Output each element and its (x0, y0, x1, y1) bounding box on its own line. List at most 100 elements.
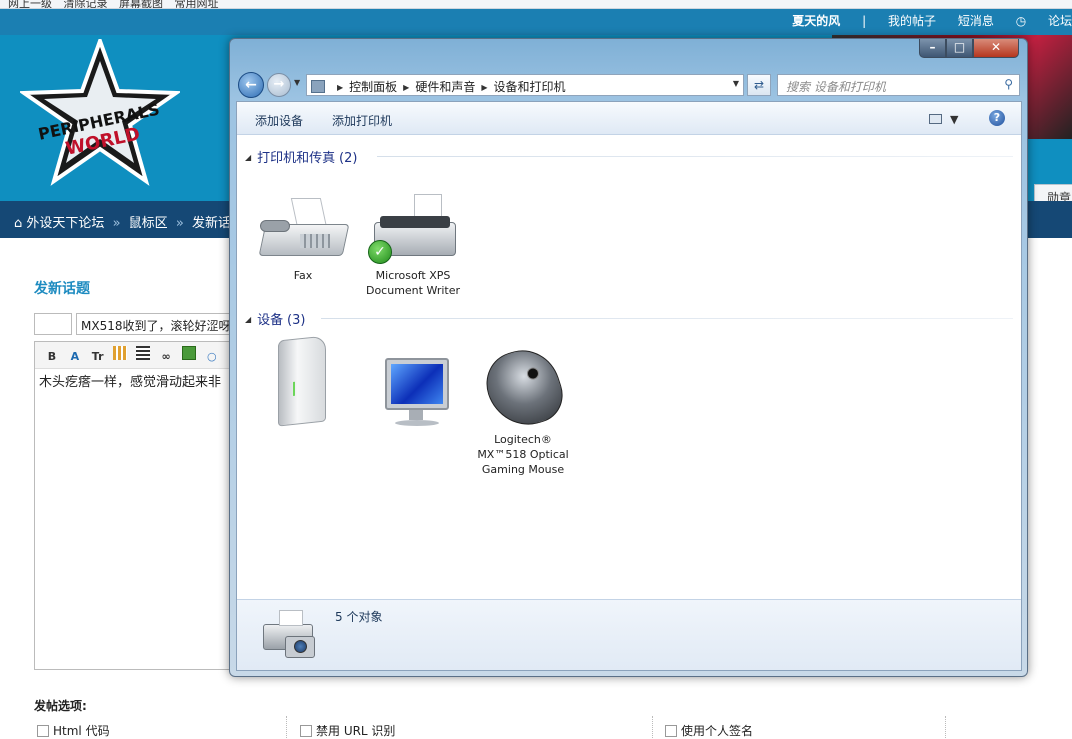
font-color-button[interactable]: A (68, 350, 82, 364)
breadcrumb-separator: » (175, 216, 184, 231)
group-title: 打印机和传真 (257, 151, 336, 166)
option-label: 使用个人签名 (681, 724, 754, 738)
bookmark-item[interactable]: 屏幕截图 (119, 0, 163, 8)
font-size-button[interactable]: Tr (91, 350, 105, 364)
content-pane: 添加设备 添加打印机 ▼ ? ◢ 打印机和传真 (2) Fax ✓ Micros… (236, 101, 1022, 671)
printer-icon: ✓ (366, 194, 460, 266)
computer-icon (268, 334, 338, 430)
fax-icon (256, 194, 350, 266)
label-line: MX™518 Optical (477, 448, 569, 461)
option-divider (652, 716, 653, 738)
group-divider (377, 156, 1013, 157)
toplinks-divider: | (862, 14, 867, 28)
option-html[interactable]: Html 代码 (37, 722, 110, 739)
bookmark-item[interactable]: 清除记录 (64, 0, 108, 8)
address-bar[interactable]: ▶ 控制面板 ▶ 硬件和声音 ▶ 设备和打印机 ▼ (306, 74, 744, 96)
bookmark-item[interactable]: 网上一级 (8, 0, 52, 8)
device-fax[interactable]: Fax (243, 194, 363, 283)
help-icon[interactable]: ? (989, 110, 1005, 126)
forum-link-label: 论坛 (1047, 14, 1072, 28)
checkbox[interactable] (37, 725, 49, 737)
topic-type-select[interactable] (34, 313, 72, 335)
option-divider (945, 716, 946, 738)
group-count: (2) (339, 151, 358, 166)
comment-icon[interactable]: ○ (205, 350, 219, 364)
option-divider (286, 716, 287, 738)
bold-button[interactable]: B (45, 350, 59, 364)
group-printers-header[interactable]: ◢ 打印机和传真 (2) (245, 147, 357, 166)
device-mouse[interactable]: Logitech® MX™518 Optical Gaming Mouse (463, 340, 583, 477)
username-link[interactable]: 夏天的风 (792, 14, 840, 28)
search-icon[interactable]: ⚲ (1004, 77, 1013, 91)
home-icon[interactable]: ⌂ (14, 216, 22, 231)
default-check-icon: ✓ (368, 240, 392, 264)
checkbox[interactable] (300, 725, 312, 737)
close-button[interactable]: ✕ (973, 39, 1019, 58)
collapse-icon[interactable]: ◢ (245, 153, 251, 162)
address-part[interactable]: 硬件和声音 (415, 80, 475, 94)
monitor-icon (379, 354, 451, 434)
breadcrumb-forum[interactable]: 外设天下论坛 (26, 216, 104, 231)
option-label: Html 代码 (53, 724, 110, 738)
window-controls: – □ ✕ (919, 39, 1019, 59)
user-toplinks: 夏天的风 | 我的帖子 短消息 ◷ 论坛 (774, 12, 1072, 32)
group-count: (3) (287, 313, 306, 328)
collapse-icon[interactable]: ◢ (245, 315, 251, 324)
command-bar: 添加设备 添加打印机 ▼ ? (237, 102, 1021, 135)
label-line: Logitech® (494, 433, 552, 446)
messages-link[interactable]: 短消息 (958, 14, 994, 28)
image-icon[interactable] (181, 346, 196, 360)
page-title: 发新话题 (34, 281, 90, 297)
object-count: 5 个对象 (335, 610, 383, 624)
chevron-right-icon[interactable]: ▶ (403, 83, 409, 92)
device-monitor[interactable] (355, 354, 475, 434)
maximize-button[interactable]: □ (946, 39, 973, 58)
view-options-button[interactable]: ▼ (929, 113, 958, 126)
back-button[interactable]: ← (238, 72, 264, 98)
forum-link[interactable]: ◷ 论坛 (1016, 14, 1072, 28)
breadcrumb-section[interactable]: 鼠标区 (129, 216, 168, 231)
forum-logo[interactable]: PERIPHERALS WORLD (20, 39, 180, 189)
link-icon[interactable]: ∞ (159, 350, 173, 364)
device-label: Microsoft XPS Document Writer (353, 268, 473, 298)
label-line: Gaming Mouse (481, 463, 565, 476)
align-icon[interactable] (136, 346, 151, 360)
bookmark-item[interactable]: 常用网址 (175, 0, 219, 8)
minimize-button[interactable]: – (919, 39, 946, 58)
forward-button[interactable]: → (267, 73, 291, 97)
option-signature[interactable]: 使用个人签名 (665, 722, 753, 739)
table-icon[interactable] (113, 346, 128, 360)
control-panel-icon (311, 80, 325, 93)
device-xps-writer[interactable]: ✓ Microsoft XPS Document Writer (353, 194, 473, 298)
address-part[interactable]: 控制面板 (349, 80, 397, 94)
navigation-bar: ← → ▼ ▶ 控制面板 ▶ 硬件和声音 ▶ 设备和打印机 ▼ ⇄ 搜索 设备和打印机 ⚲ (238, 72, 1020, 98)
address-part[interactable]: 设备和打印机 (494, 80, 566, 94)
my-posts-link[interactable]: 我的帖子 (888, 14, 936, 28)
search-input[interactable]: 搜索 设备和打印机 ⚲ (777, 74, 1020, 96)
checkbox[interactable] (665, 725, 677, 737)
group-divider (321, 318, 1013, 319)
add-device-button[interactable]: 添加设备 (255, 112, 303, 129)
option-label: 禁用 URL 识别 (316, 724, 396, 738)
bookmarks-bar: 网上一级 清除记录 屏幕截图 常用网址 (0, 0, 1072, 9)
chevron-right-icon[interactable]: ▶ (481, 83, 487, 92)
post-options-title: 发帖选项: (34, 699, 87, 713)
details-pane: 5 个对象 (237, 599, 1021, 670)
search-placeholder: 搜索 设备和打印机 (786, 80, 886, 94)
devices-printers-window: – □ ✕ ← → ▼ ▶ 控制面板 ▶ 硬件和声音 ▶ 设备和打印机 ▼ ⇄ 搜索 设备和打… (229, 38, 1028, 677)
add-printer-button[interactable]: 添加打印机 (332, 112, 392, 129)
refresh-button[interactable]: ⇄ (747, 74, 771, 96)
mouse-icon (478, 340, 570, 436)
device-label: Fax (293, 269, 313, 282)
group-devices-header[interactable]: ◢ 设备 (3) (245, 309, 305, 328)
group-title: 设备 (257, 313, 284, 328)
chevron-down-icon[interactable]: ▼ (733, 79, 739, 88)
device-computer[interactable] (243, 334, 363, 430)
view-icon (929, 114, 942, 124)
devices-printers-icon (255, 606, 321, 664)
label-line: Microsoft XPS (375, 269, 451, 282)
chevron-right-icon[interactable]: ▶ (337, 83, 343, 92)
option-disable-url[interactable]: 禁用 URL 识别 (300, 722, 395, 739)
recent-pages-icon[interactable]: ▼ (294, 78, 300, 87)
device-label: Logitech® MX™518 Optical Gaming Mouse (463, 432, 583, 477)
